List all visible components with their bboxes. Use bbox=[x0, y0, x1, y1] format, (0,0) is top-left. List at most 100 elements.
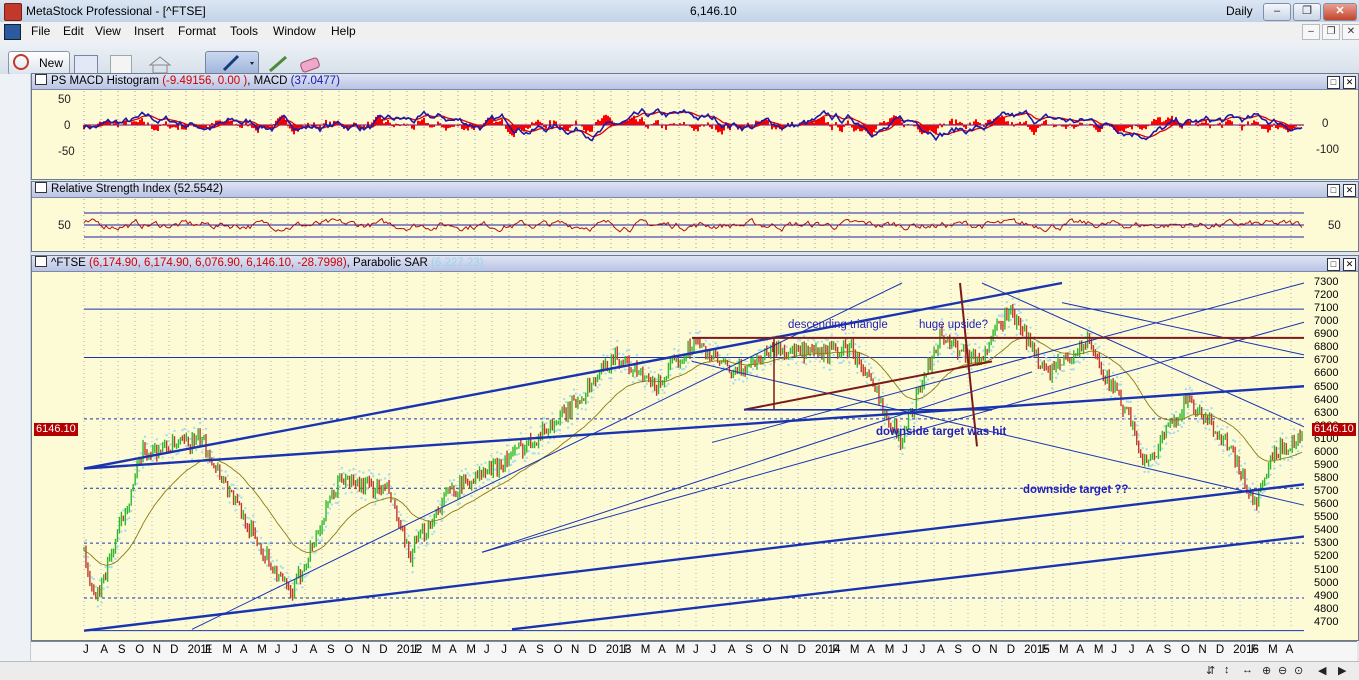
sar-dot bbox=[222, 487, 225, 491]
menu-format[interactable]: Format bbox=[176, 24, 218, 38]
document-icon[interactable] bbox=[4, 24, 21, 40]
sar-dot bbox=[848, 361, 851, 365]
save-icon[interactable] bbox=[74, 55, 98, 75]
sar-dot bbox=[974, 342, 977, 346]
periodicity-label[interactable]: Daily bbox=[1226, 4, 1253, 18]
price-pane[interactable]: ^FTSE (6,174.90, 6,174.90, 6,076.90, 6,1… bbox=[31, 255, 1359, 641]
scroll-left-icon[interactable]: ↔ bbox=[1242, 664, 1253, 676]
sar-dot bbox=[686, 361, 690, 365]
restore-button[interactable]: ❐ bbox=[1293, 3, 1321, 21]
menu-tools[interactable]: Tools bbox=[228, 24, 260, 38]
sar-dot bbox=[1054, 376, 1058, 380]
menu-view[interactable]: View bbox=[93, 24, 123, 38]
line-tool-icon[interactable] bbox=[268, 55, 290, 73]
pencil-tool-button[interactable] bbox=[205, 51, 259, 75]
sar-dot bbox=[224, 470, 227, 473]
eraser-icon[interactable] bbox=[298, 55, 324, 73]
date-tick-label: M bbox=[431, 644, 442, 656]
sar-dot bbox=[1149, 465, 1152, 468]
sar-dot bbox=[309, 565, 312, 569]
rsi-pane[interactable]: Relative Strength Index (52.5542) □ ✕ 50 … bbox=[31, 181, 1359, 252]
sar-dot bbox=[497, 481, 501, 485]
sar-dot bbox=[248, 517, 251, 520]
macd-right-tick: 0 bbox=[1322, 118, 1329, 130]
mdi-close-button[interactable]: ✕ bbox=[1342, 24, 1359, 40]
expand-icon[interactable]: ↕ bbox=[1224, 664, 1230, 676]
date-tick-label: J bbox=[919, 644, 926, 656]
annotation-downside-hit[interactable]: downside target was hit bbox=[876, 426, 1006, 438]
sar-dot bbox=[513, 459, 517, 462]
price-tick-label: 7100 bbox=[1314, 302, 1339, 315]
sync-icon[interactable]: ⇵ bbox=[1206, 664, 1215, 677]
sar-dot bbox=[1257, 510, 1260, 514]
sar-dot bbox=[324, 525, 328, 528]
sar-dot bbox=[1007, 325, 1011, 329]
sar-dot bbox=[761, 368, 765, 371]
date-tick-label: J bbox=[274, 644, 281, 656]
scroll-forward-icon[interactable]: ▶ bbox=[1338, 664, 1346, 677]
sar-dot bbox=[643, 385, 647, 389]
sar-dot bbox=[850, 352, 853, 355]
sar-dot bbox=[732, 382, 735, 385]
sar-dot bbox=[183, 427, 186, 431]
zoom-in-icon[interactable]: ⊕ bbox=[1262, 664, 1271, 677]
sar-dot bbox=[738, 378, 741, 381]
sar-dot bbox=[261, 542, 265, 545]
sar-dot bbox=[379, 478, 383, 482]
sar-dot bbox=[177, 452, 180, 455]
macd-left-tick: 0 bbox=[64, 120, 71, 132]
annotation-huge-upside[interactable]: huge upside? bbox=[919, 319, 988, 331]
zoom-out-icon[interactable]: ⊖ bbox=[1278, 664, 1287, 677]
date-tick-label: D bbox=[170, 644, 179, 656]
sar-dot bbox=[1157, 463, 1160, 466]
sar-dot bbox=[494, 468, 497, 471]
sar-dot bbox=[94, 585, 98, 588]
new-button[interactable]: New bbox=[8, 51, 70, 75]
sar-dot bbox=[631, 381, 635, 384]
sar-dot bbox=[1133, 415, 1136, 418]
sar-dot bbox=[763, 364, 767, 367]
sar-dot bbox=[1001, 314, 1005, 317]
menu-help[interactable]: Help bbox=[329, 24, 358, 38]
sar-dot bbox=[698, 330, 702, 333]
sar-dot bbox=[781, 358, 784, 361]
menu-file[interactable]: File bbox=[29, 24, 52, 38]
sar-dot bbox=[956, 334, 959, 337]
menu-edit[interactable]: Edit bbox=[61, 24, 86, 38]
sar-dot bbox=[1043, 353, 1046, 357]
home-icon[interactable] bbox=[148, 55, 172, 74]
sar-dot bbox=[1119, 383, 1123, 386]
sar-dot bbox=[1088, 326, 1091, 329]
sar-dot bbox=[1131, 434, 1135, 437]
mdi-restore-button[interactable]: ❐ bbox=[1322, 24, 1340, 40]
sar-dot bbox=[1013, 303, 1016, 306]
sar-dot bbox=[871, 372, 875, 375]
sar-dot bbox=[169, 443, 172, 446]
sar-dot bbox=[523, 459, 526, 462]
macd-pane[interactable]: PS MACD Histogram (-9.49156, 0.00 ), MAC… bbox=[31, 73, 1359, 180]
sar-dot bbox=[393, 492, 397, 496]
sar-dot bbox=[364, 498, 367, 501]
sar-dot bbox=[677, 349, 680, 353]
menu-insert[interactable]: Insert bbox=[132, 24, 166, 38]
menu-window[interactable]: Window bbox=[271, 24, 318, 38]
sar-dot bbox=[1239, 464, 1243, 467]
scroll-back-icon[interactable]: ◀ bbox=[1318, 664, 1326, 677]
close-button[interactable]: ✕ bbox=[1323, 3, 1357, 21]
annotation-descending-triangle[interactable]: descending triangle bbox=[788, 319, 888, 331]
mdi-minimize-button[interactable]: – bbox=[1302, 24, 1320, 40]
sar-dot bbox=[377, 473, 381, 476]
copy-icon[interactable] bbox=[110, 55, 132, 75]
sar-dot bbox=[714, 342, 717, 345]
sar-dot bbox=[1214, 438, 1217, 441]
sar-dot bbox=[1161, 447, 1164, 450]
sar-dot bbox=[865, 382, 869, 385]
sar-dot bbox=[269, 556, 273, 559]
sar-dot bbox=[149, 445, 153, 448]
sar-dot bbox=[1135, 424, 1138, 427]
minimize-button[interactable]: – bbox=[1263, 3, 1291, 21]
sar-dot bbox=[985, 342, 989, 345]
date-tick-label: N bbox=[1198, 644, 1207, 656]
annotation-downside-target[interactable]: downside target ?? bbox=[1023, 484, 1128, 496]
zoom-reset-icon[interactable]: ⊙ bbox=[1294, 664, 1303, 677]
